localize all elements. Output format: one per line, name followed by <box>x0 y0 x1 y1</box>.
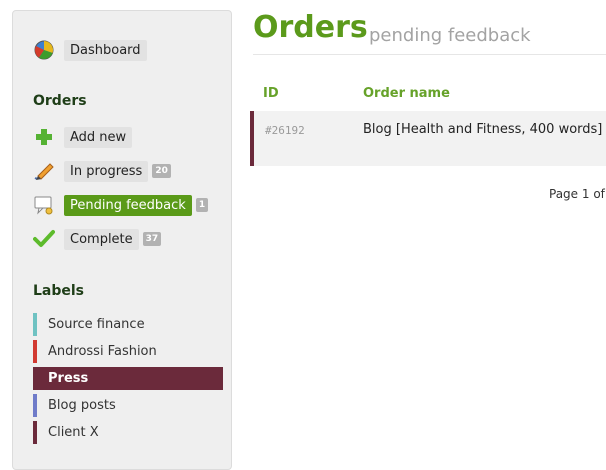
label-color-bar <box>33 421 37 444</box>
label-androssi-fashion[interactable]: Androssi Fashion <box>33 340 223 363</box>
labels-section-title: Labels <box>33 283 85 299</box>
label-source-finance[interactable]: Source finance <box>33 313 223 336</box>
page-subtitle: pending feedback <box>369 25 531 46</box>
label-color-bar <box>33 313 37 336</box>
order-name[interactable]: Blog [Health and Fitness, 400 words] <box>363 122 602 137</box>
pencil-icon <box>33 160 55 182</box>
label-client-x[interactable]: Client X <box>33 421 223 444</box>
plus-icon <box>33 126 55 148</box>
complete-count: 37 <box>142 232 162 246</box>
label-color-bar <box>33 367 37 390</box>
header-divider <box>253 54 606 55</box>
label-text: Press <box>48 371 89 386</box>
add-new-label[interactable]: Add new <box>64 126 133 148</box>
column-header-id[interactable]: ID <box>263 86 279 101</box>
label-press[interactable]: Press <box>33 367 223 390</box>
comment-icon <box>33 194 55 216</box>
pie-chart-icon <box>33 39 55 61</box>
row-label-color-bar <box>250 111 254 166</box>
nav-add-new[interactable]: Add new <box>33 126 133 148</box>
dashboard-label[interactable]: Dashboard <box>64 39 147 61</box>
column-header-order-name[interactable]: Order name <box>363 86 450 101</box>
nav-in-progress[interactable]: In progress 20 <box>33 160 171 182</box>
label-text: Androssi Fashion <box>48 344 157 359</box>
complete-label[interactable]: Complete <box>64 228 139 250</box>
order-id[interactable]: #26192 <box>265 124 305 137</box>
table-row[interactable]: #26192 Blog [Health and Fitness, 400 wor… <box>250 111 606 166</box>
nav-pending-feedback[interactable]: Pending feedback 1 <box>33 194 209 216</box>
orders-section-title: Orders <box>33 93 87 109</box>
label-text: Blog posts <box>48 398 116 413</box>
nav-complete[interactable]: Complete 37 <box>33 228 162 250</box>
pending-feedback-count: 1 <box>195 198 209 212</box>
label-color-bar <box>33 340 37 363</box>
nav-dashboard[interactable]: Dashboard <box>33 39 147 61</box>
sidebar: Dashboard Orders Add new In progress 20 <box>12 10 232 470</box>
label-color-bar <box>33 394 37 417</box>
page-title: Orders <box>253 10 368 45</box>
pagination: Page 1 of <box>549 187 605 201</box>
label-text: Source finance <box>48 317 145 332</box>
label-blog-posts[interactable]: Blog posts <box>33 394 223 417</box>
checkmark-icon <box>33 228 55 250</box>
in-progress-label[interactable]: In progress <box>64 160 149 182</box>
in-progress-count: 20 <box>152 164 171 178</box>
pending-feedback-label[interactable]: Pending feedback <box>64 194 192 216</box>
label-text: Client X <box>48 425 99 440</box>
